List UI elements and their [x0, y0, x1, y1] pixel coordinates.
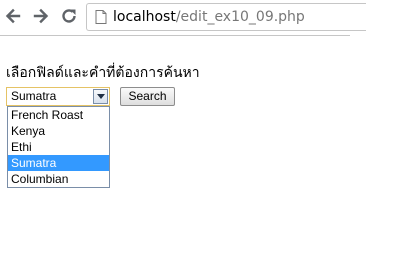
select-options-list: French Roast Kenya Ethi Sumatra Columbian — [7, 106, 110, 188]
url-path: /edit_ex10_09.php — [175, 9, 305, 25]
select-option[interactable]: Sumatra — [8, 155, 109, 171]
page-icon — [93, 9, 109, 25]
address-bar[interactable]: localhost/edit_ex10_09.php — [86, 3, 366, 31]
select-option[interactable]: Kenya — [8, 123, 109, 139]
select-option[interactable]: Columbian — [8, 171, 109, 187]
browser-toolbar: localhost/edit_ex10_09.php — [0, 0, 416, 36]
forward-icon[interactable] — [31, 5, 51, 27]
toolbar-divider — [0, 35, 350, 36]
dropdown-arrow-icon[interactable] — [93, 89, 108, 104]
reload-icon[interactable] — [59, 5, 79, 27]
url-text: localhost/edit_ex10_09.php — [113, 9, 305, 25]
select-option[interactable]: Ethi — [8, 139, 109, 155]
back-icon[interactable] — [3, 5, 23, 27]
select-value: Sumatra — [11, 89, 57, 103]
field-select[interactable]: Sumatra — [6, 87, 110, 106]
url-host: localhost — [113, 9, 176, 25]
page-heading: เลือกฟิลด์และคำที่ต้องการค้นหา — [6, 65, 200, 81]
select-option[interactable]: French Roast — [8, 107, 109, 123]
search-button[interactable]: Search — [120, 87, 175, 106]
